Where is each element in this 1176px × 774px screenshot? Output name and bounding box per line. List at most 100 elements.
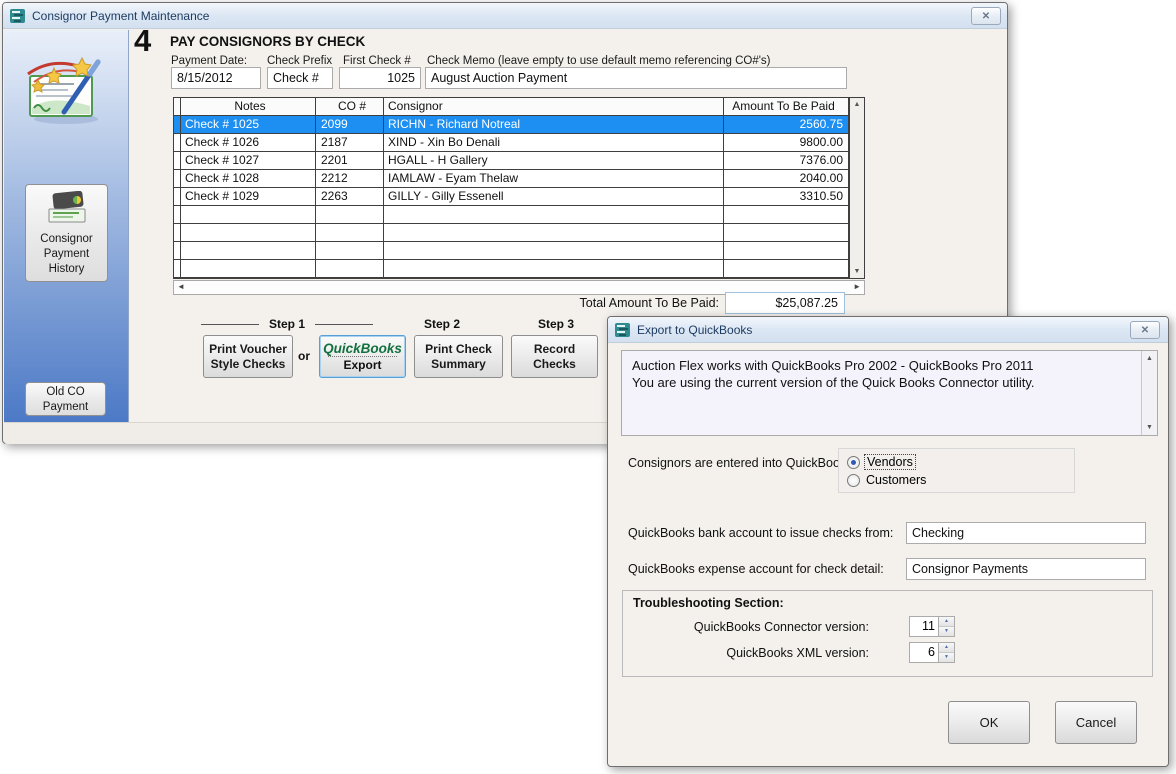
cell-notes[interactable]: Check # 1026 [181,134,316,152]
check-wizard-icon [20,56,112,126]
first-check-input[interactable] [339,67,421,89]
checkbook-icon [45,191,89,225]
cell-notes[interactable]: Check # 1025 [181,116,316,134]
table-row[interactable]: Check # 10272201HGALL - H Gallery7376.00 [174,152,864,170]
payment-date-input[interactable] [171,67,261,89]
row-indicator [174,224,181,242]
cell-notes[interactable]: Check # 1029 [181,188,316,206]
cell-consignor[interactable] [384,260,724,278]
col-header-notes[interactable]: Notes [181,98,316,116]
cell-notes[interactable] [181,224,316,242]
table-row[interactable] [174,224,864,242]
cell-co[interactable]: 2212 [316,170,384,188]
app-logo-icon [615,322,631,338]
dialog-titlebar[interactable]: Export to QuickBooks ✕ [608,317,1168,343]
radio-customers-label: Customers [864,473,928,487]
grid-header-row: Notes CO # Consignor Amount To Be Paid [174,98,864,116]
table-row[interactable]: Check # 10282212IAMLAW - Eyam Thelaw2040… [174,170,864,188]
scroll-down-icon[interactable]: ▼ [850,268,864,275]
table-row[interactable] [174,206,864,224]
check-memo-input[interactable] [425,67,847,89]
dialog-close-button[interactable]: ✕ [1130,321,1160,339]
row-indicator [174,170,181,188]
col-header-consignor[interactable]: Consignor [384,98,724,116]
cell-consignor[interactable]: HGALL - H Gallery [384,152,724,170]
bank-account-input[interactable] [906,522,1146,544]
xml-version-spinner[interactable]: 6 ▲ ▼ [909,642,955,663]
cell-consignor[interactable]: GILLY - Gilly Essenell [384,188,724,206]
scroll-up-icon[interactable]: ▲ [850,101,864,108]
cell-amount[interactable]: 3310.50 [724,188,849,206]
cell-co[interactable] [316,224,384,242]
scroll-down-icon[interactable]: ▼ [1142,424,1157,431]
cell-notes[interactable] [181,260,316,278]
col-header-co[interactable]: CO # [316,98,384,116]
print-check-summary-button[interactable]: Print Check Summary [414,335,503,378]
spin-up-icon[interactable]: ▲ [939,643,954,652]
table-row[interactable]: Check # 10252099RICHN - Richard Notreal2… [174,116,864,134]
cell-consignor[interactable]: XIND - Xin Bo Denali [384,134,724,152]
cell-co[interactable]: 2187 [316,134,384,152]
old-co-payment-button[interactable]: Old CO Payment [25,382,106,416]
print-voucher-style-checks-button[interactable]: Print Voucher Style Checks [203,335,293,378]
cell-consignor[interactable] [384,242,724,260]
spin-down-icon[interactable]: ▼ [939,626,954,636]
table-row[interactable]: Check # 10292263GILLY - Gilly Essenell33… [174,188,864,206]
cell-consignor[interactable] [384,224,724,242]
scroll-right-icon[interactable]: ► [853,282,861,291]
cell-co[interactable] [316,260,384,278]
payment-date-label: Payment Date: [171,55,247,67]
info-vertical-scrollbar[interactable]: ▲ ▼ [1141,351,1157,435]
cell-consignor[interactable] [384,206,724,224]
troubleshooting-section: Troubleshooting Section: QuickBooks Conn… [622,590,1153,677]
connector-version-spinner[interactable]: 11 ▲ ▼ [909,616,955,637]
connector-version-label: QuickBooks Connector version: [639,620,869,634]
cancel-button[interactable]: Cancel [1055,701,1137,744]
cell-consignor[interactable]: RICHN - Richard Notreal [384,116,724,134]
radio-customers[interactable]: Customers [847,473,928,487]
total-amount-label: Total Amount To Be Paid: [423,296,719,310]
troubleshooting-title: Troubleshooting Section: [633,596,784,610]
or-label: or [298,349,310,363]
main-titlebar[interactable]: Consignor Payment Maintenance ✕ [3,3,1007,29]
table-row[interactable]: Check # 10262187XIND - Xin Bo Denali9800… [174,134,864,152]
quickbooks-export-button[interactable]: QuickBooks Export [319,335,406,378]
cell-co[interactable]: 2201 [316,152,384,170]
spin-down-icon[interactable]: ▼ [939,652,954,662]
table-row[interactable] [174,242,864,260]
cell-amount[interactable]: 2560.75 [724,116,849,134]
cell-amount[interactable]: 9800.00 [724,134,849,152]
cell-co[interactable] [316,242,384,260]
cell-notes[interactable]: Check # 1028 [181,170,316,188]
cell-amount[interactable]: 2040.00 [724,170,849,188]
cell-amount[interactable] [724,260,849,278]
cell-amount[interactable] [724,242,849,260]
cell-notes[interactable] [181,206,316,224]
scroll-left-icon[interactable]: ◄ [177,282,185,291]
col-header-amount[interactable]: Amount To Be Paid [724,98,849,116]
cell-consignor[interactable]: IAMLAW - Eyam Thelaw [384,170,724,188]
step-number: 4 [134,23,151,59]
main-close-button[interactable]: ✕ [971,7,1001,25]
scroll-up-icon[interactable]: ▲ [1142,355,1157,362]
row-indicator [174,116,181,134]
cell-amount[interactable] [724,206,849,224]
cell-co[interactable]: 2263 [316,188,384,206]
cell-co[interactable]: 2099 [316,116,384,134]
cell-amount[interactable]: 7376.00 [724,152,849,170]
cell-notes[interactable] [181,242,316,260]
record-checks-button[interactable]: Record Checks [511,335,598,378]
row-indicator [174,134,181,152]
expense-account-input[interactable] [906,558,1146,580]
cell-co[interactable] [316,206,384,224]
radio-vendors[interactable]: Vendors [847,454,916,470]
consignor-payment-history-button[interactable]: Consignor Payment History [25,184,108,282]
check-prefix-input[interactable] [267,67,333,89]
spin-up-icon[interactable]: ▲ [939,617,954,626]
grid-vertical-scrollbar[interactable]: ▲ ▼ [849,98,864,278]
table-row[interactable] [174,260,864,278]
ok-button[interactable]: OK [948,701,1030,744]
cell-notes[interactable]: Check # 1027 [181,152,316,170]
cell-amount[interactable] [724,224,849,242]
consignor-type-radio-group: Vendors Customers [838,448,1075,493]
